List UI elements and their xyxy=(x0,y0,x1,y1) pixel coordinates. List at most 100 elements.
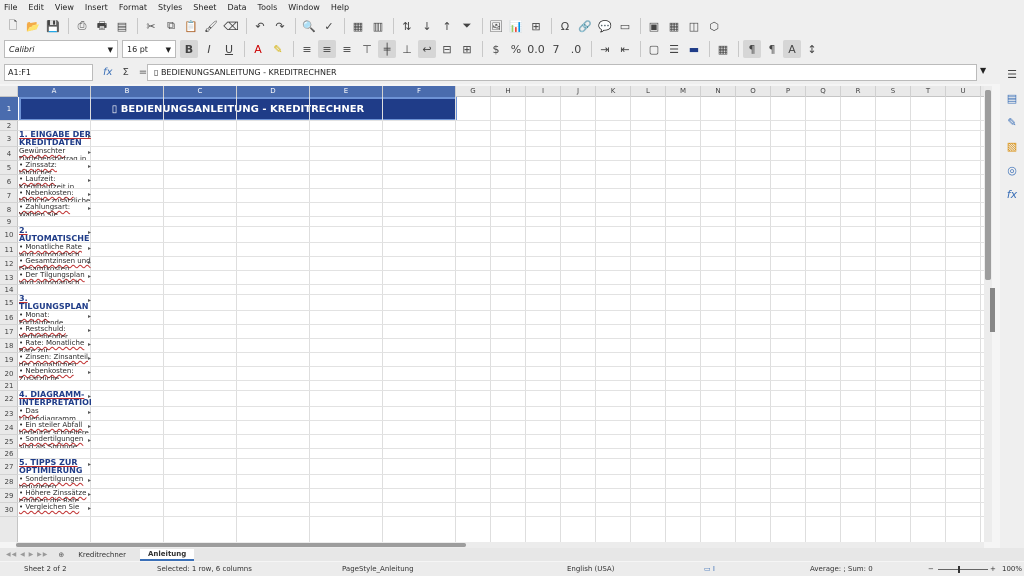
menu-format[interactable]: Format xyxy=(119,3,147,12)
menu-tools[interactable]: Tools xyxy=(258,3,278,12)
menu-help[interactable]: Help xyxy=(331,3,349,12)
instruction-cell[interactable]: • Zinsen: Zinsanteil der monatlichen Rat… xyxy=(19,353,91,366)
column-header-h[interactable]: H xyxy=(491,86,526,97)
currency-icon[interactable]: $ xyxy=(487,40,505,58)
row-header-11[interactable]: 11 xyxy=(0,243,18,257)
align-right-icon[interactable]: ≡ xyxy=(338,40,356,58)
insert-chart-icon[interactable]: 📊 xyxy=(507,17,525,35)
instruction-cell[interactable]: • Zinssatz: Jährlicher Nominalzinssatz i… xyxy=(19,161,91,174)
instruction-cell[interactable]: • Vergleichen Sie xyxy=(19,503,91,516)
wrap-text-icon[interactable]: ↩ xyxy=(418,40,436,58)
copy-icon[interactable]: ⧉ xyxy=(162,17,180,35)
gallery-icon[interactable]: ▧ xyxy=(1004,138,1020,154)
title-merged-cell[interactable]: ▯ BEDIENUNGSANLEITUNG - KREDITRECHNER xyxy=(19,97,457,121)
italic-icon[interactable]: I xyxy=(200,40,218,58)
add-sheet-icon[interactable]: ⊕ xyxy=(58,551,64,559)
row-header-20[interactable]: 20 xyxy=(0,367,18,381)
font-name-combo[interactable]: Calibri ▼ xyxy=(4,40,118,58)
border-style-icon[interactable]: ☰ xyxy=(665,40,683,58)
row-header-25[interactable]: 25 xyxy=(0,435,18,449)
row-header-23[interactable]: 23 xyxy=(0,407,18,421)
row-header-5[interactable]: 5 xyxy=(0,161,18,175)
align-left-icon[interactable]: ≡ xyxy=(298,40,316,58)
insert-image-icon[interactable]: 🖼 xyxy=(487,17,505,35)
column-header-b[interactable]: B xyxy=(91,86,164,97)
font-size-combo[interactable]: 16 pt ▼ xyxy=(122,40,176,58)
navigator-icon[interactable]: ◎ xyxy=(1004,162,1020,178)
spreadsheet-grid[interactable]: ABCDEFGHIJKLMNOPQRSTU 1 2 3 4 5 6 7 8 9 10 11 12 13 1… xyxy=(0,86,984,542)
menu-sheet[interactable]: Sheet xyxy=(193,3,216,12)
paste-icon[interactable]: 📋 xyxy=(182,17,200,35)
row-header-6[interactable]: 6 xyxy=(0,175,18,189)
hyperlink-icon[interactable]: 🔗 xyxy=(576,17,594,35)
print-preview-icon[interactable]: ▤ xyxy=(113,17,131,35)
row-header-21[interactable]: 21 xyxy=(0,381,18,391)
section-heading-cell[interactable]: 5. TIPPS ZUR OPTIMIERUNG xyxy=(19,459,91,474)
instruction-cell[interactable]: • Rate: Monatliche Rate zur Schuldentilg… xyxy=(19,339,91,352)
instruction-cell[interactable]: • Zahlungsart: Wählen Sie zwischen Annui… xyxy=(19,203,91,216)
function-wizard-icon[interactable]: fx xyxy=(103,67,112,78)
instruction-cell[interactable]: • Nebenkosten: Zusätzliche jährliche Kos… xyxy=(19,367,91,380)
menu-edit[interactable]: Edit xyxy=(28,3,44,12)
section-heading-cell[interactable]: 1. EINGABE DER KREDITDATEN xyxy=(19,131,91,146)
row-header-14[interactable]: 14 xyxy=(0,285,18,295)
row-header-18[interactable]: 18 xyxy=(0,339,18,353)
sort-ascending-icon[interactable]: ↓ xyxy=(418,17,436,35)
cell-area[interactable]: ▯ BEDIENUNGSANLEITUNG - KREDITRECHNER 1.… xyxy=(18,97,984,542)
selection-mode-icon[interactable]: ▭ I xyxy=(704,565,715,573)
row-header-13[interactable]: 13 xyxy=(0,271,18,285)
new-document-icon[interactable]: 🗋 xyxy=(4,17,22,35)
split-window-icon[interactable]: ◫ xyxy=(685,17,703,35)
clone-formatting-icon[interactable]: 🖌 xyxy=(202,17,220,35)
formula-input[interactable]: ▯ BEDIENUNGSANLEITUNG - KREDITRECHNER xyxy=(147,64,977,81)
row-header-29[interactable]: 29 xyxy=(0,489,18,503)
clear-formatting-icon[interactable]: ⌫ xyxy=(222,17,240,35)
column-header-u[interactable]: U xyxy=(946,86,981,97)
column-header-q[interactable]: Q xyxy=(806,86,841,97)
expand-formula-icon[interactable]: ▼ xyxy=(980,66,986,75)
properties-icon[interactable]: ▤ xyxy=(1004,90,1020,106)
borders-icon[interactable]: ▢ xyxy=(645,40,663,58)
save-icon[interactable]: 💾 xyxy=(44,17,62,35)
functions-icon[interactable]: fx xyxy=(1004,186,1020,202)
merge-center-icon[interactable]: ⊟ xyxy=(438,40,456,58)
special-character-icon[interactable]: Ω xyxy=(556,17,574,35)
column-icon[interactable]: ▥ xyxy=(369,17,387,35)
row-header-7[interactable]: 7 xyxy=(0,189,18,203)
instruction-cell[interactable]: Gewünschter Darlehensbetrag in xyxy=(19,147,91,160)
vertical-text-icon[interactable]: ↕ xyxy=(803,40,821,58)
column-header-i[interactable]: I xyxy=(526,86,561,97)
row-header-3[interactable]: 3 xyxy=(0,131,18,147)
section-heading-cell[interactable]: 2. AUTOMATISCHE BERECHNUNG xyxy=(19,227,91,242)
row-header-2[interactable]: 2 xyxy=(0,121,18,131)
undo-icon[interactable]: ↶ xyxy=(251,17,269,35)
column-header-g[interactable]: G xyxy=(456,86,491,97)
tab-anleitung[interactable]: Anleitung xyxy=(140,548,195,561)
align-center-icon[interactable]: ≡ xyxy=(318,40,336,58)
row-header-4[interactable]: 4 xyxy=(0,147,18,161)
row-header-8[interactable]: 8 xyxy=(0,203,18,217)
column-header-n[interactable]: N xyxy=(701,86,736,97)
zoom-out-icon[interactable]: − xyxy=(928,565,934,573)
right-to-left-icon[interactable]: ¶ xyxy=(763,40,781,58)
instruction-cell[interactable]: • Laufzeit: Kreditlaufzeit in xyxy=(19,175,91,188)
column-header-k[interactable]: K xyxy=(596,86,631,97)
scroll-thumb[interactable] xyxy=(985,90,991,280)
row-header-1[interactable]: 1 xyxy=(0,97,18,121)
row-header-9[interactable]: 9 xyxy=(0,217,18,227)
increase-indent-icon[interactable]: ⇥ xyxy=(596,40,614,58)
zoom-slider-knob[interactable] xyxy=(958,566,960,573)
column-header-o[interactable]: O xyxy=(736,86,771,97)
row-header-24[interactable]: 24 xyxy=(0,421,18,435)
menu-styles[interactable]: Styles xyxy=(158,3,182,12)
instruction-cell[interactable]: • Ein steiler Abfall bedeutet schnellere xyxy=(19,421,91,434)
styles-icon[interactable]: ✎ xyxy=(1004,114,1020,130)
row-header-22[interactable]: 22 xyxy=(0,391,18,407)
zoom-in-icon[interactable]: + xyxy=(990,565,996,573)
column-header-c[interactable]: C xyxy=(164,86,237,97)
cut-icon[interactable]: ✂ xyxy=(142,17,160,35)
autofilter-icon[interactable]: ⏷ xyxy=(458,17,476,35)
menu-window[interactable]: Window xyxy=(288,3,320,12)
column-header-t[interactable]: T xyxy=(911,86,946,97)
instruction-cell[interactable]: • Das Liniendiagramm zeigt den xyxy=(19,407,91,420)
